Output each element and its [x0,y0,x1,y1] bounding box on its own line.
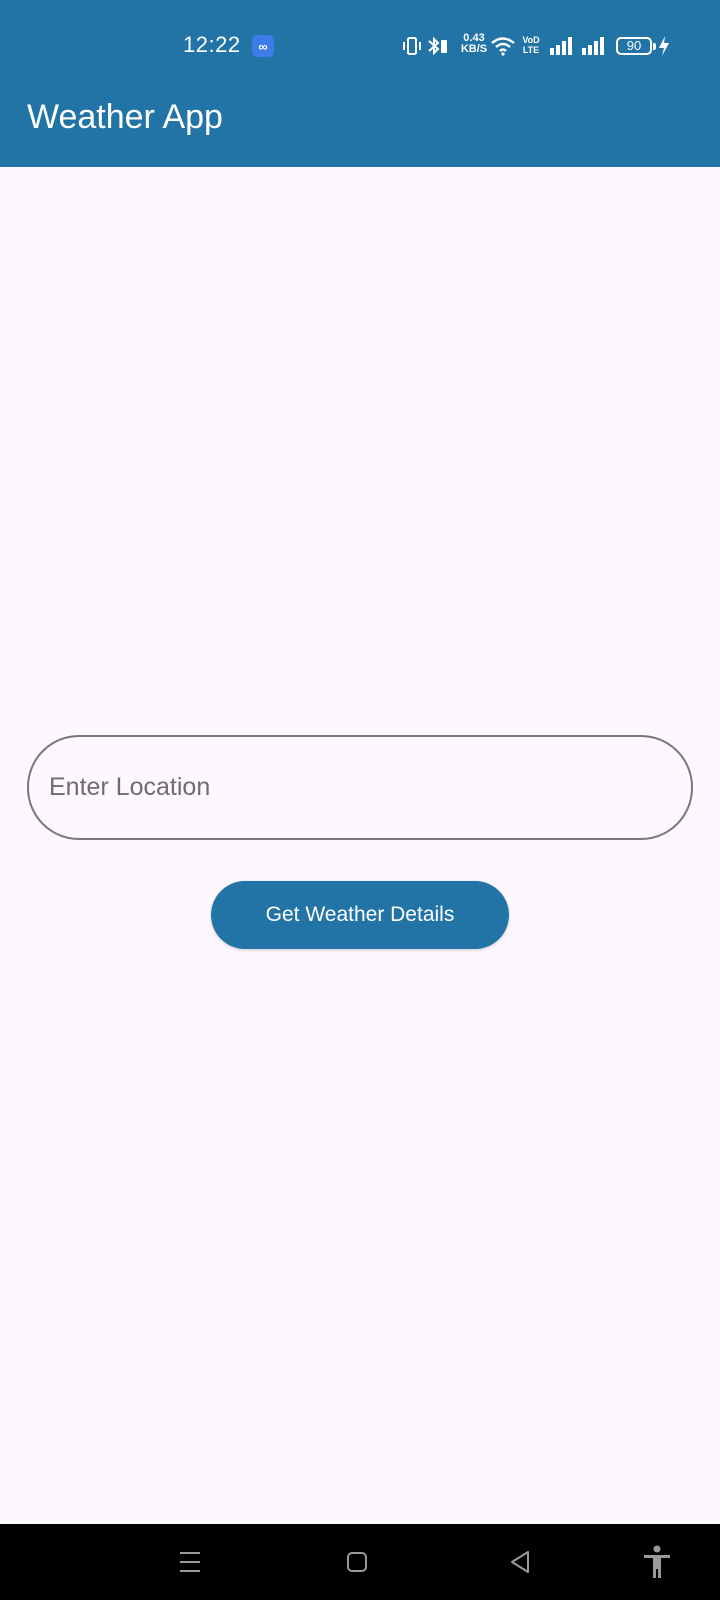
accessibility-icon[interactable] [637,1542,677,1582]
menu-icon[interactable] [170,1542,210,1582]
volte-top: VoD [522,35,540,45]
status-icons: 0.43 KB/S VoD LTE 90 [402,30,672,62]
get-weather-details-button[interactable]: Get Weather Details [211,881,509,949]
signal-icon [582,37,604,55]
infinity-icon: ∞ [252,35,274,57]
status-bar: 12:22 ∞ 0.43 KB/S VoD LTE 90 [0,0,720,92]
wifi-icon [491,37,515,56]
home-icon[interactable] [337,1542,377,1582]
status-time: 12:22 [183,32,241,57]
app-bar: 12:22 ∞ 0.43 KB/S VoD LTE 90 Weather App [0,0,720,167]
network-speed-unit: KB/S [460,43,488,55]
vibrate-icon [403,37,421,55]
charging-icon [659,36,669,56]
system-nav-bar [0,1524,720,1600]
network-speed: 0.43 KB/S [459,33,489,55]
app-title: Weather App [27,98,223,136]
location-input[interactable] [27,735,693,840]
bluetooth-icon [428,36,447,56]
battery-level: 90 [626,38,642,53]
back-icon[interactable] [500,1542,540,1582]
volte-bottom: LTE [522,45,540,55]
battery-icon: 90 [616,37,656,55]
volte-indicator: VoD LTE [520,35,542,55]
signal-icon [550,37,572,55]
